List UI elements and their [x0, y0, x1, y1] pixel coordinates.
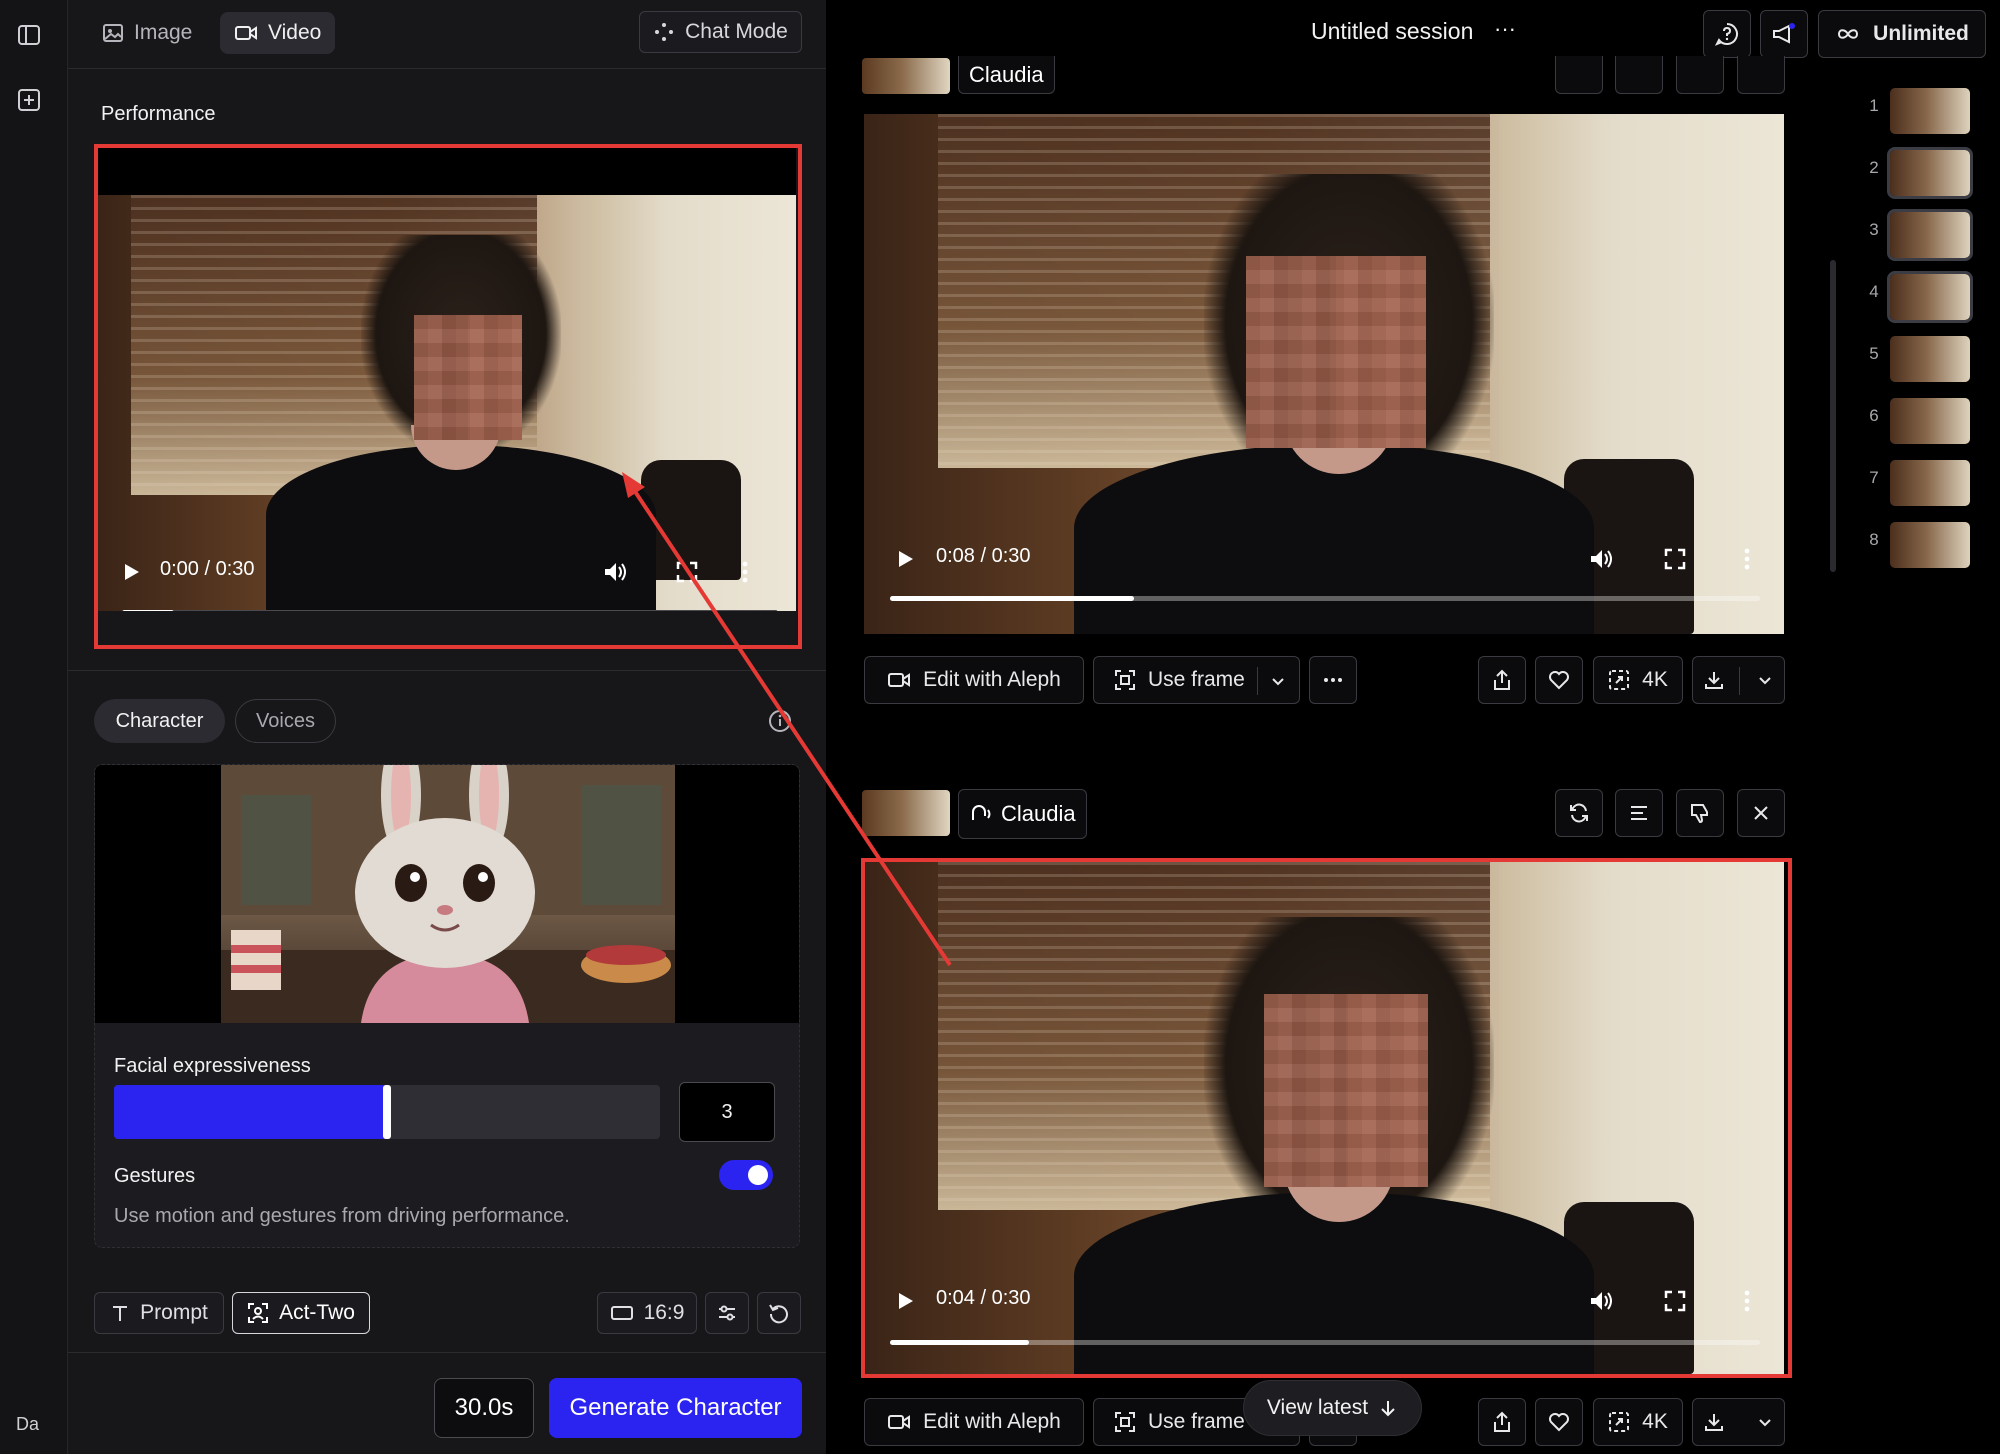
annotation-arrow: [622, 472, 952, 967]
